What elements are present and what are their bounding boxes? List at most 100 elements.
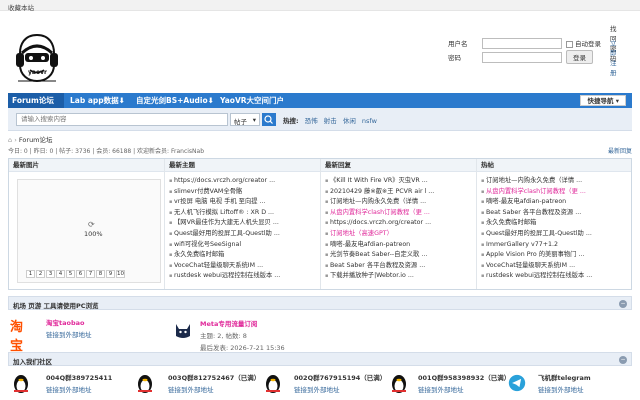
- auto-login-label: 自动登录: [575, 40, 601, 48]
- list-item[interactable]: 订阅地址—内购永久免费（详情 ...: [325, 197, 472, 208]
- hot-posts-col: 热帖 订阅地址—内购永久免费（详情 ...从盘内置科学clash订阅教程（更 .…: [477, 159, 631, 289]
- newest-replies-link[interactable]: 最新回复: [608, 146, 632, 155]
- list-item[interactable]: 订阅地址—内购永久免费（详情 ...: [481, 176, 627, 187]
- list-item[interactable]: 《Kill It With Fire VR》灭虫VR ...: [325, 176, 472, 187]
- list-item[interactable]: Beat Saber 各平台教程及资源 ...: [481, 208, 627, 219]
- hot-label: 热搜:: [283, 117, 299, 125]
- group-name[interactable]: 003Q群812752467（已满）: [168, 372, 278, 382]
- group-sub: 链接到外部地址: [168, 386, 214, 394]
- list-item[interactable]: 嘀嗒-最友电afdian-patreon: [325, 240, 472, 251]
- list-item[interactable]: slimevr付费VAM全骨骼: [169, 187, 316, 198]
- nav-forum[interactable]: Forum论坛: [8, 93, 64, 108]
- list-item[interactable]: 下载并播放种子|Webtor.io ...: [325, 271, 472, 282]
- chevron-down-icon: ▾: [615, 97, 619, 105]
- breadcrumb-forum[interactable]: Forum论坛: [19, 136, 53, 144]
- slider-pages: 1 2 3 4 5 6 7 8 9 10: [26, 270, 126, 278]
- list-item[interactable]: 光剑节奏Beat Saber--自定义歌 ...: [325, 250, 472, 261]
- image-slider[interactable]: ⟳ 100% 1 2 3 4 5 6 7 8 9 10: [17, 179, 161, 283]
- forum-last-post: 最后发表: 2026-7-21 15:36: [200, 344, 285, 352]
- login-button[interactable]: 登录: [566, 50, 593, 64]
- search-bar: 帖子 ▾ 热搜: 恐怖 射击 休闲 nsfw: [8, 108, 632, 131]
- col-header: 最新主题: [165, 159, 320, 172]
- hot-word[interactable]: 休闲: [343, 117, 356, 125]
- collapse-icon[interactable]: −: [619, 300, 627, 308]
- list-item[interactable]: https://docs.vrczh.org/creator ...: [325, 218, 472, 229]
- portal-grid: 最新图片 ⟳ 100% 1 2 3 4 5 6 7 8 9 10 最新主题 ht…: [8, 158, 632, 290]
- header: yaovr 用户名 自动登录 找回密码 密码 登录 立即注册: [0, 11, 640, 93]
- list-item[interactable]: 从盘内置科学clash订阅教程（更 ...: [481, 187, 627, 198]
- list-item[interactable]: 20210429 藤※叡※王 PCVR air l ...: [325, 187, 472, 198]
- quick-nav-button[interactable]: 快捷导航 ▾: [580, 95, 626, 106]
- hot-word[interactable]: 射击: [324, 117, 337, 125]
- list-item[interactable]: 无人机飞行模拟 Liftoff® : XR D ...: [169, 208, 316, 219]
- list-item[interactable]: 订阅地址（高速GPT）: [325, 229, 472, 240]
- list-item[interactable]: rustdesk webui远程控制在线版本 ...: [481, 271, 627, 282]
- list-item[interactable]: wifi可视化号SeeSignal: [169, 240, 316, 251]
- main-nav: Forum论坛 Lab app数据⬇ 自定光剑BS+Audio⬇ YaoVR大空…: [8, 93, 632, 108]
- loading-icon: ⟳: [88, 220, 95, 229]
- list-item[interactable]: Apple Vision Pro 的美丽事物门 ...: [481, 250, 627, 261]
- list-item[interactable]: Quest最好用的投屏工具-Questl助 ...: [481, 229, 627, 240]
- slider-page[interactable]: 5: [66, 270, 75, 278]
- section-title: 机场 页游 工具请使用PC浏览: [13, 302, 99, 310]
- nav-custom-saber[interactable]: 自定光剑BS+Audio⬇: [136, 93, 214, 108]
- latest-replies-col: 最新回复 《Kill It With Fire VR》灭虫VR ...20210…: [321, 159, 477, 289]
- section-tools: 机场 页游 工具请使用PC浏览 −: [8, 296, 632, 310]
- search-type-select[interactable]: 帖子 ▾: [230, 113, 260, 126]
- site-logo[interactable]: yaovr: [14, 31, 60, 87]
- col-header: 最新图片: [9, 159, 164, 172]
- nav-lab-app[interactable]: Lab app数据⬇: [70, 93, 125, 108]
- slider-page[interactable]: 1: [26, 270, 35, 278]
- list-item[interactable]: ImmerGallery v77+1.2: [481, 240, 627, 251]
- list-item[interactable]: VoceChat轻量级聊天系统IM ...: [169, 261, 316, 272]
- qq-penguin-icon: [392, 375, 406, 393]
- group-name[interactable]: 飞机群telegram: [538, 372, 628, 382]
- hot-word[interactable]: nsfw: [362, 117, 377, 125]
- col-header: 热帖: [477, 159, 631, 172]
- latest-topics-col: 最新主题 https://docs.vrczh.org/creator ...s…: [165, 159, 321, 289]
- list-item[interactable]: 从盘内置科学clash订阅教程（更 ...: [325, 208, 472, 219]
- list-item[interactable]: 永久免费临时邮箱: [481, 218, 627, 229]
- slider-page[interactable]: 4: [56, 270, 65, 278]
- list-item[interactable]: 【网VR最佳作为大建无人机头显贝 ...: [169, 218, 316, 229]
- list-item[interactable]: VoceChat轻量级聊天系统IM ...: [481, 261, 627, 272]
- register-link[interactable]: 立即注册: [610, 37, 617, 77]
- forum-name[interactable]: Meta专用流量订阅: [200, 318, 360, 328]
- group-sub: 链接到外部地址: [294, 386, 340, 394]
- auto-login-checkbox[interactable]: [566, 40, 573, 48]
- search-input[interactable]: [16, 113, 228, 126]
- list-item[interactable]: rustdesk webui远程控制在线版本 ...: [169, 271, 316, 282]
- list-item[interactable]: Beat Saber 各平台教程及资源 ...: [325, 261, 472, 272]
- search-button[interactable]: [262, 113, 276, 126]
- list-item[interactable]: 嘀嗒-最友电afdian-patreon: [481, 197, 627, 208]
- col-header: 最新回复: [321, 159, 476, 172]
- hot-searches: 热搜: 恐怖 射击 休闲 nsfw: [283, 115, 377, 125]
- username-input[interactable]: [482, 37, 562, 49]
- list-item[interactable]: https://docs.vrczh.org/creator ...: [169, 176, 316, 187]
- forum-name[interactable]: 淘宝taobao: [46, 317, 166, 327]
- slider-page[interactable]: 8: [96, 270, 105, 278]
- group-name[interactable]: 002Q群767915194（已满）: [294, 372, 404, 382]
- search-type-label: 帖子: [234, 118, 247, 126]
- list-item[interactable]: 永久免费临时邮箱: [169, 250, 316, 261]
- slider-page[interactable]: 3: [46, 270, 55, 278]
- slider-page[interactable]: 2: [36, 270, 45, 278]
- slider-page[interactable]: 9: [106, 270, 115, 278]
- password-input[interactable]: [482, 51, 562, 63]
- nav-yaovr-portal[interactable]: YaoVR大空间门户: [220, 93, 284, 108]
- search-icon: [264, 115, 273, 124]
- collapse-icon[interactable]: −: [619, 356, 627, 364]
- section-title: 加入我们社区: [13, 358, 52, 366]
- list-item[interactable]: Quest最好用的投屏工具-Questl助 ...: [169, 229, 316, 240]
- home-icon[interactable]: ⌂: [8, 136, 12, 144]
- list-item[interactable]: vr投屏 电脑 电视 手机 至向提 ...: [169, 197, 316, 208]
- loading-percent: 100%: [84, 230, 103, 238]
- slider-page[interactable]: 10: [116, 270, 125, 278]
- meta-cat-icon: [174, 320, 192, 340]
- qq-penguin-icon: [14, 375, 28, 393]
- section-community: 加入我们社区 −: [8, 352, 632, 366]
- slider-page[interactable]: 7: [86, 270, 95, 278]
- hot-word[interactable]: 恐怖: [305, 117, 318, 125]
- forum-stats: 主题: 2, 帖数: 8: [200, 332, 247, 340]
- slider-page[interactable]: 6: [76, 270, 85, 278]
